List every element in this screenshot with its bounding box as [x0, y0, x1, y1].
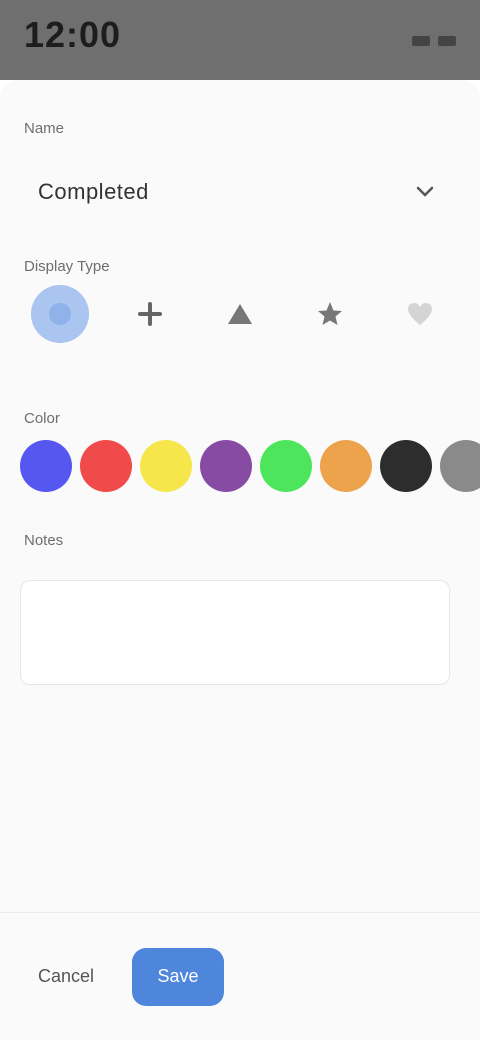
circle-icon [49, 303, 71, 325]
notes-input[interactable] [20, 580, 450, 685]
action-bar: Cancel Save [0, 912, 480, 1040]
category-dropdown[interactable]: Completed [20, 160, 460, 224]
color-swatch[interactable] [380, 440, 432, 492]
wifi-icon [412, 36, 430, 46]
icon-label: Display Type [24, 258, 110, 275]
color-swatch[interactable] [440, 440, 480, 492]
star-icon [318, 302, 342, 325]
status-icons [412, 36, 456, 46]
icon-option-triangle[interactable] [200, 285, 280, 365]
color-swatch[interactable] [260, 440, 312, 492]
battery-icon [438, 36, 456, 46]
category-label: Name [24, 120, 65, 137]
status-bar: 12:00 [0, 0, 480, 80]
icon-selector [20, 285, 460, 375]
color-label: Color [24, 410, 60, 427]
color-swatch[interactable] [320, 440, 372, 492]
heart-icon [408, 303, 432, 325]
color-swatch[interactable] [140, 440, 192, 492]
plus-icon [138, 302, 162, 326]
chevron-down-icon [408, 175, 442, 209]
bottom-sheet: Name Completed Display Type Color Notes … [0, 80, 480, 1040]
cancel-button[interactable]: Cancel [28, 958, 104, 995]
icon-option-star[interactable] [290, 285, 370, 365]
icon-option-circle[interactable] [20, 285, 100, 365]
icon-option-heart[interactable] [380, 285, 460, 365]
color-picker [20, 440, 480, 500]
color-swatch[interactable] [20, 440, 72, 492]
save-button[interactable]: Save [132, 947, 225, 1006]
icon-option-plus[interactable] [110, 285, 190, 365]
color-swatch[interactable] [80, 440, 132, 492]
triangle-icon [228, 304, 252, 324]
color-swatch[interactable] [200, 440, 252, 492]
dropdown-value: Completed [38, 179, 149, 204]
notes-label: Notes [24, 532, 64, 549]
status-time: 12:00 [24, 14, 122, 55]
